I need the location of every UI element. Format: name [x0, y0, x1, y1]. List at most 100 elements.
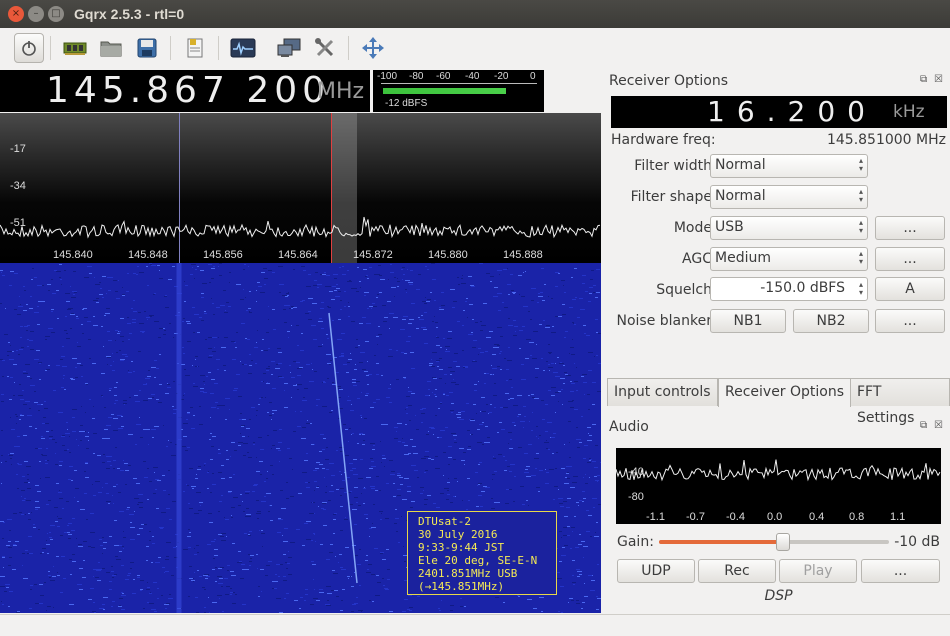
waterfall-speckle	[19, 384, 21, 385]
waterfall-speckle	[71, 379, 75, 380]
waterfall-speckle	[480, 330, 483, 331]
udp-button[interactable]: UDP	[617, 559, 695, 583]
waterfall-speckle	[404, 599, 408, 600]
audio-options-button[interactable]: ...	[861, 559, 940, 583]
tools-button[interactable]	[310, 33, 340, 63]
waterfall-speckle	[400, 484, 403, 485]
waterfall-speckle	[473, 360, 475, 361]
frequency-value[interactable]: 145.867 200	[46, 70, 330, 112]
waterfall-speckle	[55, 442, 57, 443]
bookmarks-button[interactable]	[180, 33, 210, 63]
agc-select[interactable]: Medium ▴ ▾	[710, 247, 868, 271]
waterfall-speckle	[521, 296, 525, 297]
waterfall-speckle	[62, 366, 67, 367]
close-window-button[interactable]: ×	[8, 6, 24, 22]
bandwidth-display[interactable]: 16.200 kHz	[611, 96, 947, 128]
maximize-window-button[interactable]: □	[48, 6, 64, 22]
remote-control-button[interactable]	[274, 33, 304, 63]
waterfall-speckle	[562, 547, 565, 548]
waterfall-speckle	[183, 318, 185, 319]
waterfall-speckle	[409, 420, 411, 421]
waterfall-speckle	[483, 303, 487, 304]
waterfall-speckle	[555, 286, 558, 287]
waterfall-speckle	[70, 574, 72, 575]
tab-receiver-options[interactable]: Receiver Options	[718, 378, 852, 407]
mode-select[interactable]: USB ▴ ▾	[710, 216, 868, 240]
waterfall-speckle	[241, 425, 245, 426]
waterfall-speckle	[278, 519, 283, 520]
frequency-display[interactable]: 145.867 200 MHz	[0, 70, 370, 112]
gain-slider-handle[interactable]	[776, 533, 791, 551]
waterfall-display[interactable]: DTUsat-2 30 July 2016 9:33-9:44 JST Ele …	[0, 263, 601, 613]
waterfall-speckle	[51, 430, 53, 431]
waterfall-speckle	[230, 588, 232, 589]
waterfall-speckle	[413, 453, 418, 454]
squelch-input[interactable]: -150.0 dBFS ▴ ▾	[710, 277, 868, 301]
agc-options-button[interactable]: ...	[875, 247, 945, 271]
waterfall-speckle	[211, 407, 216, 408]
waterfall-speckle	[597, 564, 599, 565]
waterfall-speckle	[111, 566, 113, 567]
nb1-button[interactable]: NB1	[710, 309, 786, 333]
play-button[interactable]: Play	[779, 559, 857, 583]
waterfall-speckle	[79, 589, 83, 590]
waterfall-speckle	[172, 501, 176, 502]
nb2-button[interactable]: NB2	[793, 309, 869, 333]
waterfall-speckle	[19, 296, 20, 297]
gain-slider[interactable]	[659, 533, 889, 551]
waterfall-speckle	[376, 274, 380, 275]
fullscreen-button[interactable]	[358, 33, 388, 63]
waterfall-speckle	[47, 284, 51, 285]
waterfall-speckle	[86, 448, 89, 449]
save-button[interactable]	[132, 33, 162, 63]
device-config-button[interactable]	[60, 33, 90, 63]
waterfall-speckle	[194, 314, 199, 315]
waterfall-speckle	[329, 463, 334, 464]
waterfall-speckle	[111, 606, 113, 607]
minimize-window-button[interactable]: –	[28, 6, 44, 22]
dock-close-icon[interactable]: ☒	[934, 74, 943, 85]
waterfall-speckle	[34, 312, 39, 313]
noise-blanker-options-button[interactable]: ...	[875, 309, 945, 333]
waterfall-speckle	[197, 366, 198, 367]
waterfall-speckle	[22, 390, 24, 391]
waterfall-speckle	[586, 510, 589, 511]
waterfall-speckle	[191, 486, 196, 487]
filter-width-select[interactable]: Normal ▴ ▾	[710, 154, 868, 178]
waterfall-speckle	[577, 576, 580, 577]
fft-plot-button[interactable]	[228, 33, 258, 63]
dock-float-icon[interactable]: ⧉	[920, 74, 927, 85]
open-file-button[interactable]	[96, 33, 126, 63]
waterfall-speckle	[541, 358, 543, 359]
waterfall-speckle	[549, 353, 551, 354]
mode-options-button[interactable]: ...	[875, 216, 945, 240]
waterfall-speckle	[370, 458, 373, 459]
waterfall-speckle	[329, 491, 334, 492]
waterfall-speckle	[16, 612, 20, 613]
record-button[interactable]: Rec	[698, 559, 776, 583]
waterfall-speckle	[200, 375, 205, 376]
tab-fft-settings[interactable]: FFT Settings	[850, 378, 950, 426]
spin-arrows-icon[interactable]: ▴ ▾	[859, 281, 863, 297]
tab-input-controls[interactable]: Input controls	[607, 378, 718, 406]
waterfall-speckle	[164, 296, 167, 297]
dock-float-icon[interactable]: ⧉	[920, 420, 927, 431]
waterfall-speckle	[204, 463, 206, 464]
waterfall-speckle	[84, 471, 86, 472]
bandwidth-value[interactable]: 16.200	[707, 96, 877, 128]
waterfall-speckle	[256, 415, 257, 416]
waterfall-speckle	[598, 333, 601, 334]
squelch-auto-button[interactable]: A	[875, 277, 945, 301]
waterfall-speckle	[457, 321, 460, 322]
waterfall-speckle	[408, 282, 413, 283]
waterfall-speckle	[347, 400, 351, 401]
waterfall-speckle	[27, 415, 32, 416]
filter-shape-select[interactable]: Normal ▴ ▾	[710, 185, 868, 209]
waterfall-speckle	[84, 277, 89, 278]
power-button[interactable]	[14, 33, 44, 63]
dock-close-icon[interactable]: ☒	[934, 420, 943, 431]
waterfall-speckle	[507, 268, 508, 269]
fft-plot[interactable]: -17 -34 -51 145.840 145.848 145.856 145.…	[0, 113, 601, 263]
waterfall-speckle	[439, 369, 443, 370]
waterfall-speckle	[327, 600, 329, 601]
